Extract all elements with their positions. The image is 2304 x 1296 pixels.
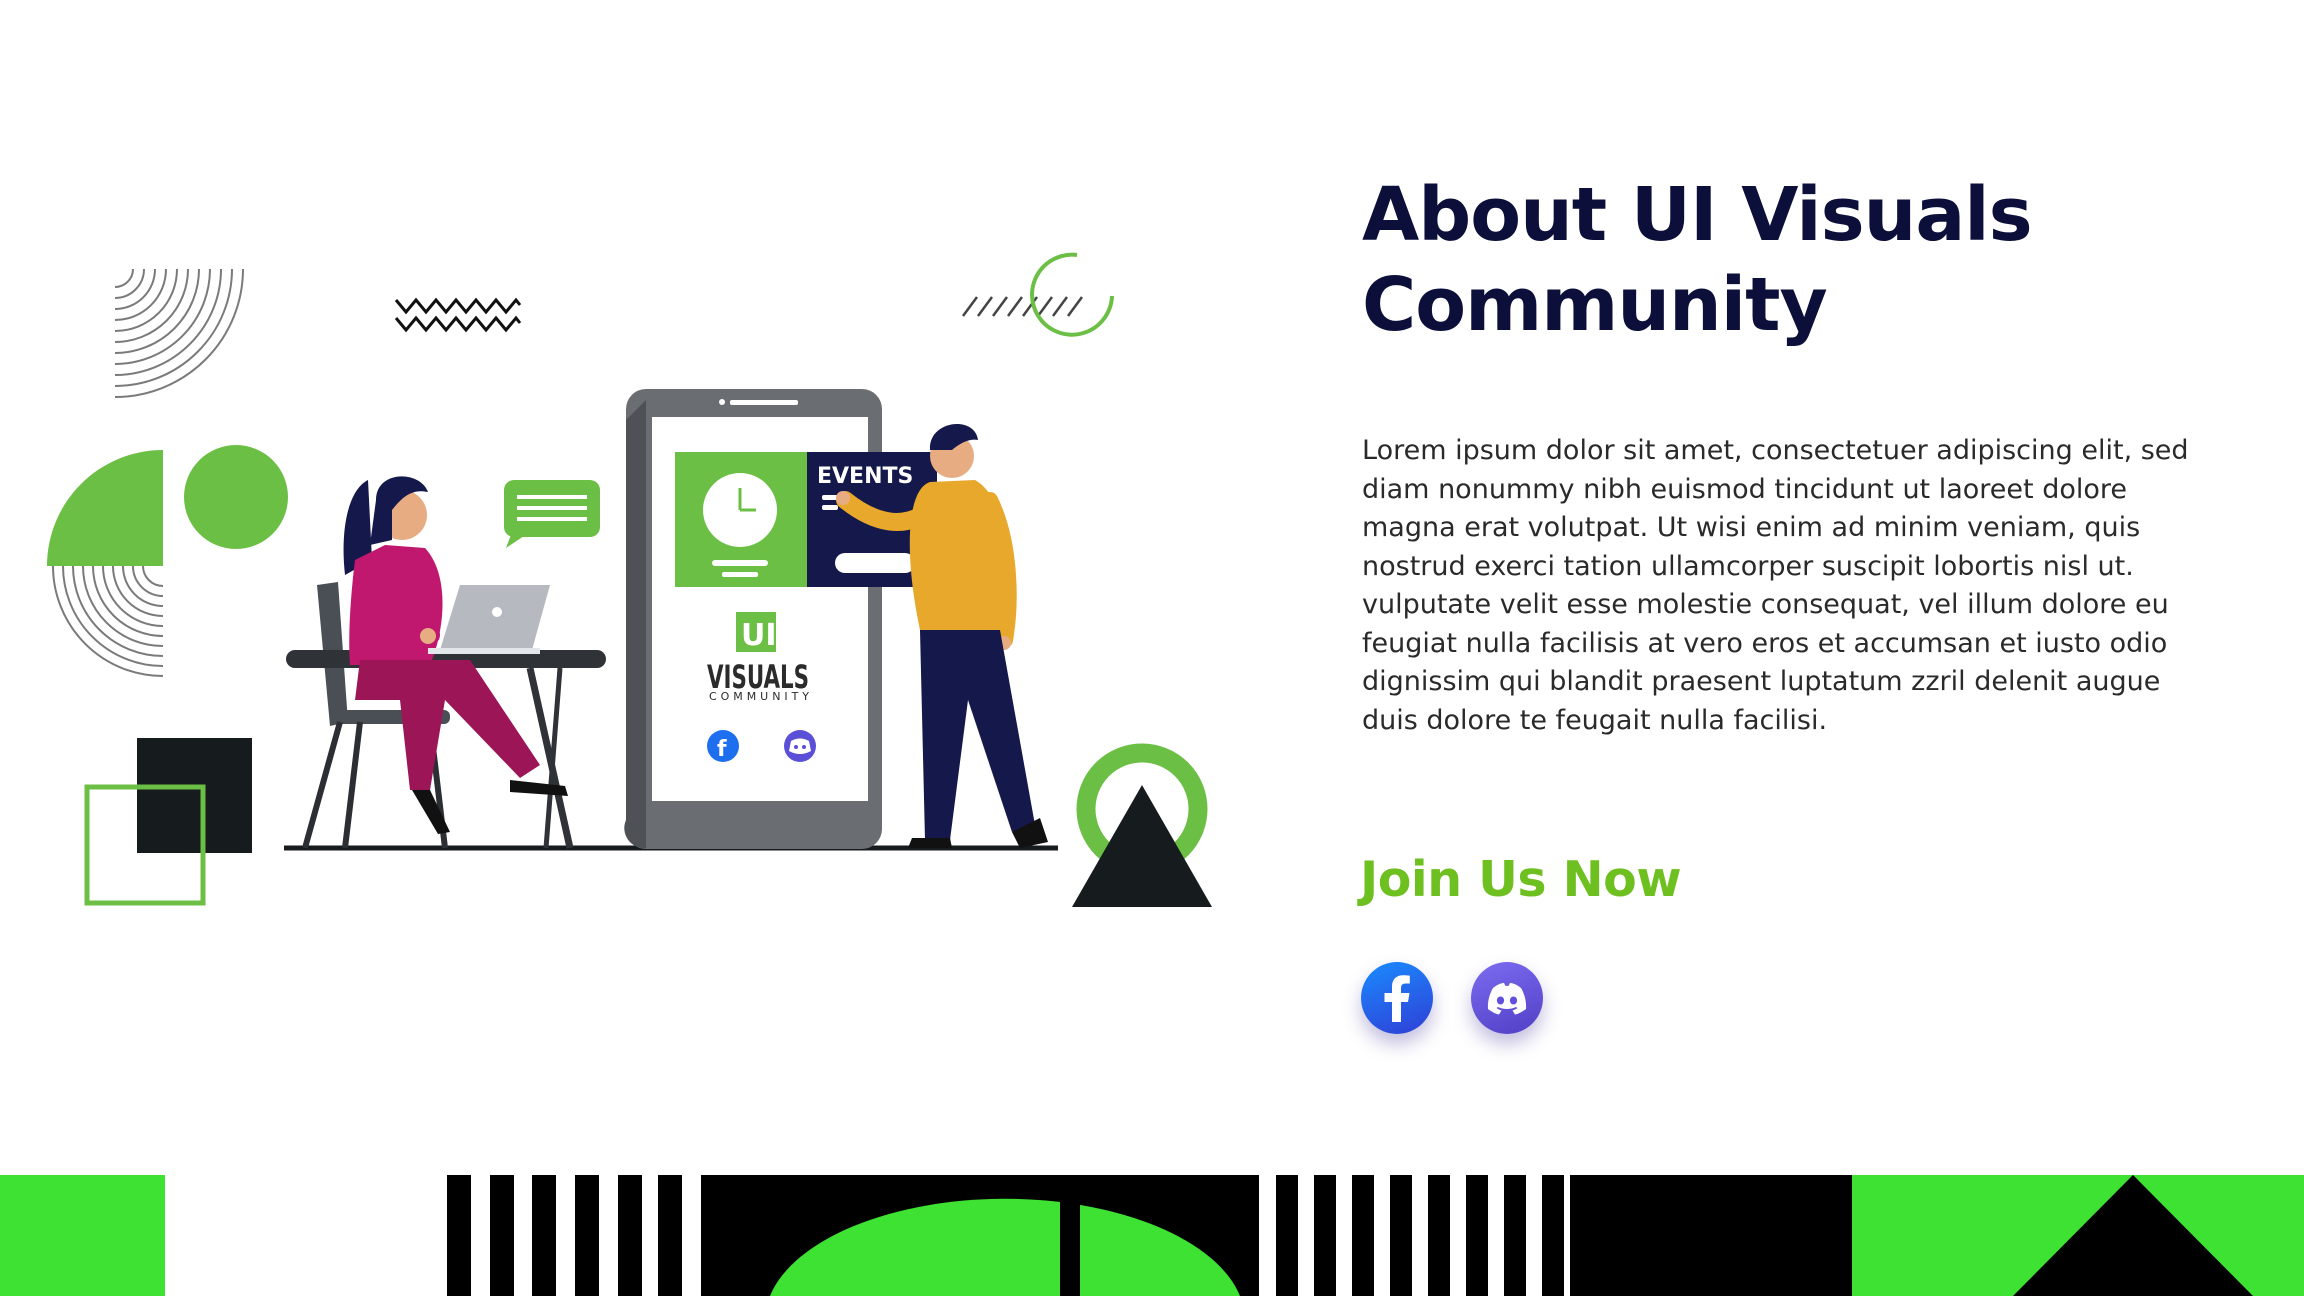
stripe	[1504, 1175, 1526, 1296]
arc-lines-decoration-lower	[52, 565, 164, 677]
stripe	[490, 1175, 514, 1296]
phone-mockup: EVENTS UI VISUALS COMMUNITY f	[624, 389, 937, 849]
stripe	[1276, 1175, 1298, 1296]
green-half-circle-shape	[47, 450, 163, 566]
arc-line	[102, 565, 164, 627]
about-paragraph-2: vulputate velit esse molestie consequat,…	[1362, 589, 2169, 736]
arc-line	[142, 565, 164, 587]
arc-line	[114, 268, 178, 332]
green-circle-shape	[184, 445, 288, 549]
arc-line	[114, 268, 211, 365]
join-us-heading: Join Us Now	[1360, 851, 1682, 908]
stripe	[1466, 1175, 1488, 1296]
stripe	[575, 1175, 599, 1296]
stripe	[658, 1175, 682, 1296]
stripe	[1390, 1175, 1412, 1296]
stripe	[447, 1175, 471, 1296]
chat-bubble-icon	[504, 480, 600, 548]
stripe	[618, 1175, 642, 1296]
about-paragraph-1: Lorem ipsum dolor sit amet, consectetuer…	[1362, 435, 2189, 582]
arc-line	[114, 268, 145, 299]
zigzag-decoration	[394, 297, 522, 333]
stripe	[1237, 1175, 1259, 1296]
stripe	[1428, 1175, 1450, 1296]
stripe	[1352, 1175, 1374, 1296]
about-description: Lorem ipsum dolor sit amet, consectetuer…	[1362, 432, 2212, 740]
arc-line	[114, 268, 134, 288]
discord-link[interactable]	[1471, 962, 1543, 1034]
facebook-icon	[1384, 975, 1410, 1022]
stripe	[1542, 1175, 1564, 1296]
discord-icon	[1487, 983, 1527, 1015]
phone-facebook-glyph: f	[717, 737, 727, 762]
bottom-pattern-band	[0, 1175, 2304, 1296]
dark-square-shape	[137, 738, 252, 853]
stripe	[532, 1175, 556, 1296]
arc-line	[132, 565, 164, 597]
events-tile-label: EVENTS	[817, 464, 913, 489]
stripe	[1314, 1175, 1336, 1296]
arc-line	[52, 565, 164, 677]
hatch-lines-decoration	[961, 296, 1084, 317]
facebook-link[interactable]	[1361, 962, 1433, 1034]
logo-ui-mark: UI	[741, 618, 777, 653]
green-arc-decoration	[1030, 252, 1114, 337]
arc-line	[82, 565, 164, 647]
page-title: About UI Visuals Community	[1362, 172, 2033, 348]
